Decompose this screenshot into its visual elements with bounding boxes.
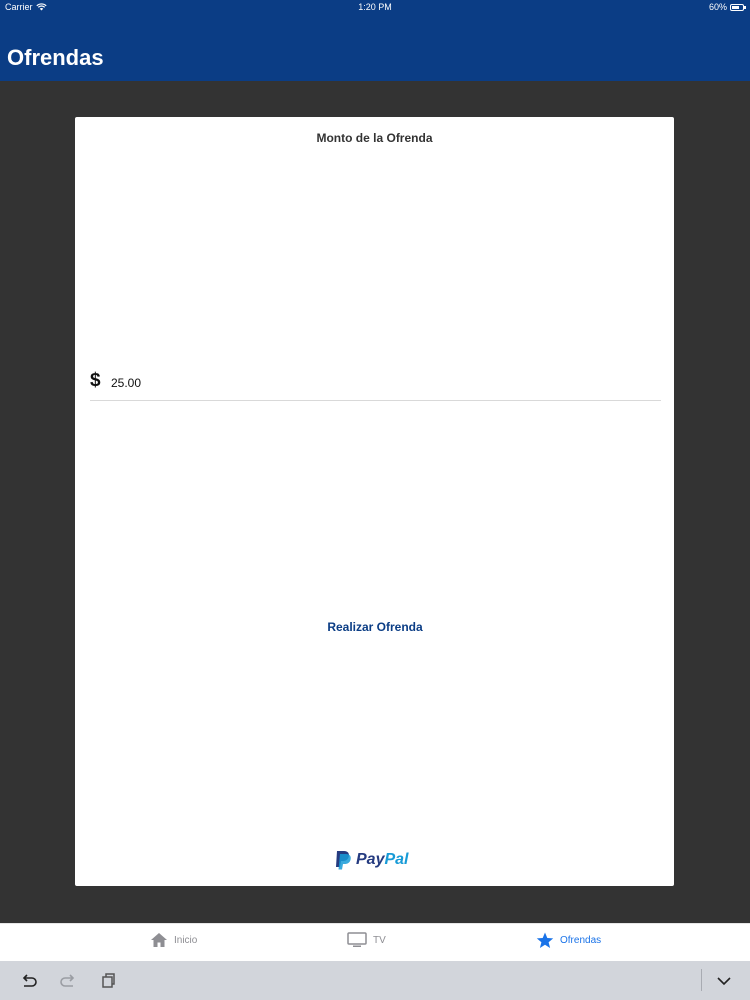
tab-ofrendas-label: Ofrendas xyxy=(560,935,602,946)
tab-tv-label: TV xyxy=(373,934,386,946)
battery-percent: 60% xyxy=(708,2,727,12)
tv-icon xyxy=(347,932,367,947)
amount-heading: Monto de la Ofrenda xyxy=(316,131,433,145)
submit-offering-button[interactable]: Realizar Ofrenda xyxy=(295,617,455,637)
undo-icon[interactable] xyxy=(19,971,39,991)
status-bar: Carrier 1:20 PM 60% xyxy=(0,0,750,16)
clock: 1:20 PM xyxy=(358,2,392,12)
tab-inicio-label: Inicio xyxy=(174,934,198,946)
tab-bar: Inicio TV Ofrendas xyxy=(0,923,750,961)
offering-card: Monto de la Ofrenda $ Realizar Ofrenda P… xyxy=(75,117,674,886)
amount-input[interactable] xyxy=(111,374,651,392)
tab-tv[interactable]: TV xyxy=(347,932,386,948)
keyboard-toolbar xyxy=(0,961,750,1000)
battery-group: 60% xyxy=(708,2,746,12)
tab-ofrendas[interactable]: Ofrendas xyxy=(536,932,601,949)
clipboard-icon[interactable] xyxy=(98,971,118,991)
amount-field-row: $ xyxy=(90,370,661,401)
navigation-bar: Ofrendas xyxy=(0,16,750,81)
page-title: Ofrendas xyxy=(7,45,104,70)
currency-symbol: $ xyxy=(90,370,101,391)
star-icon xyxy=(536,932,554,948)
tab-inicio[interactable]: Inicio xyxy=(150,932,197,948)
paypal-wordmark: PayPal xyxy=(356,851,409,868)
paypal-logo: PayPal xyxy=(334,850,408,870)
toolbar-divider xyxy=(701,969,702,991)
home-icon xyxy=(151,933,167,947)
battery-icon xyxy=(730,3,746,11)
redo-icon[interactable] xyxy=(58,971,78,991)
chevron-down-icon[interactable] xyxy=(714,971,734,991)
paypal-icon xyxy=(336,851,351,870)
